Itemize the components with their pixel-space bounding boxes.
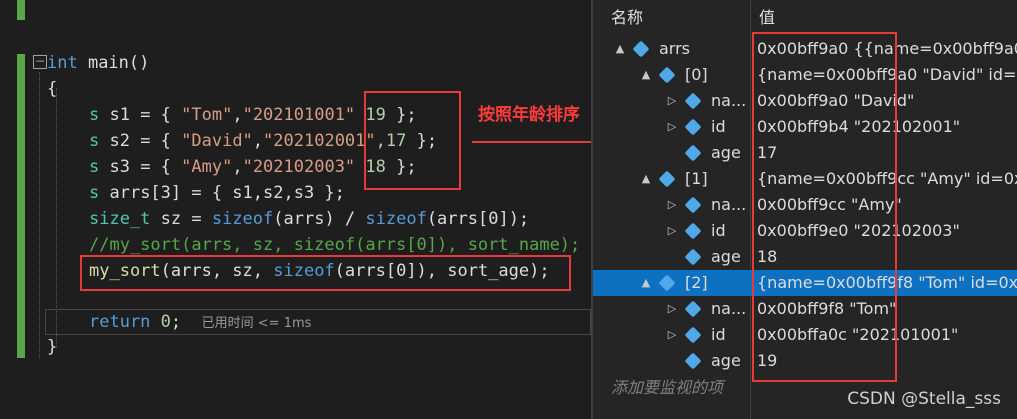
watch-row-name: na... (711, 195, 747, 214)
watch-row-name: age (711, 143, 741, 162)
code-line-open-brace[interactable]: { (47, 76, 57, 102)
change-marker-bar (17, 54, 25, 358)
collapse-icon[interactable]: ▲ (641, 62, 651, 88)
watch-row-name: [0] (685, 65, 708, 84)
watch-row-name: age (711, 351, 741, 370)
indent-guide (39, 72, 40, 358)
watch-row-name: [2] (685, 273, 708, 292)
watermark: CSDN @Stella_sss (847, 389, 1001, 409)
object-cube-icon (684, 118, 702, 136)
object-cube-icon (684, 196, 702, 214)
code-line-main[interactable]: int main() (47, 50, 149, 76)
column-header-value[interactable]: 值 (759, 0, 775, 36)
object-cube-icon (684, 248, 702, 266)
object-cube-icon (658, 274, 676, 292)
object-cube-icon (684, 222, 702, 240)
expand-icon[interactable]: ▷ (667, 322, 677, 348)
watch-row-name: id (711, 325, 726, 344)
code-line-return[interactable]: return 0; 已用时间 <= 1ms (89, 309, 311, 335)
collapse-icon[interactable]: − (33, 55, 47, 69)
annotation-label: 按照年龄排序 (478, 105, 580, 125)
age-values-highlight (364, 91, 461, 190)
sort-call-highlight (80, 255, 571, 291)
watch-row-name: arrs (659, 39, 691, 58)
code-editor[interactable]: − int main() { s s1 = { "Tom","202101001… (0, 0, 591, 419)
code-line-sz[interactable]: size_t sz = sizeof(arrs) / sizeof(arrs[0… (89, 206, 529, 232)
collapse-icon[interactable]: ▲ (615, 36, 625, 62)
column-header-name[interactable]: 名称 (611, 0, 643, 36)
object-cube-icon (658, 66, 676, 84)
object-cube-icon (684, 300, 702, 318)
object-cube-icon (684, 144, 702, 162)
expand-icon[interactable]: ▷ (667, 192, 677, 218)
change-marker-bar (17, 0, 25, 20)
expand-icon[interactable]: ▷ (667, 88, 677, 114)
watch-row-name: [1] (685, 169, 708, 188)
object-cube-icon (658, 170, 676, 188)
watch-row-name: id (711, 221, 726, 240)
object-cube-icon (684, 326, 702, 344)
object-cube-icon (632, 40, 650, 58)
expand-icon[interactable]: ▷ (667, 218, 677, 244)
code-line-arrs[interactable]: s arrs[3] = { s1,s2,s3 }; (89, 180, 345, 206)
collapse-icon[interactable]: ▲ (641, 270, 651, 296)
watch-row-name: id (711, 117, 726, 136)
object-cube-icon (684, 352, 702, 370)
code-line-close-brace[interactable]: } (47, 334, 57, 360)
values-column-highlight (752, 32, 897, 382)
elapsed-time-hint: 已用时间 <= 1ms (201, 316, 312, 331)
object-cube-icon (684, 92, 702, 110)
collapse-icon[interactable]: ▲ (641, 166, 651, 192)
watch-row-name: na... (711, 299, 747, 318)
watch-row-name: na... (711, 91, 747, 110)
expand-icon[interactable]: ▷ (667, 296, 677, 322)
expand-icon[interactable]: ▷ (667, 114, 677, 140)
add-watch-input[interactable]: 添加要监视的项 (611, 374, 723, 398)
watch-row-name: age (711, 247, 741, 266)
